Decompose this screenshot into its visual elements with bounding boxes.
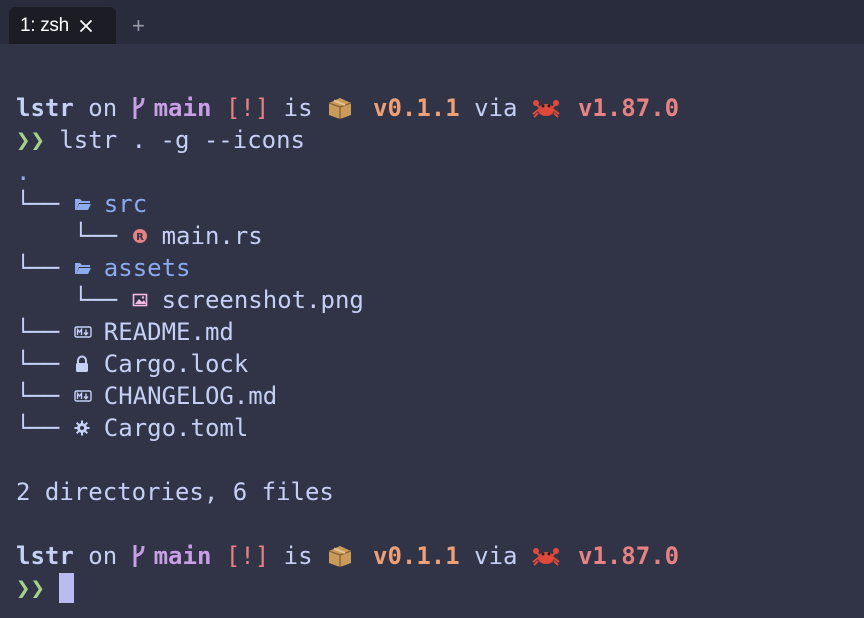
tree-item: └── README.md xyxy=(16,316,679,348)
prompt-status: [!] xyxy=(225,94,270,122)
prompt-chevrons: ❯❯ xyxy=(16,574,45,602)
tab-title: 1: zsh xyxy=(20,14,69,36)
input-line[interactable]: ❯❯ xyxy=(16,572,679,604)
prompt-dir: lstr xyxy=(16,94,74,122)
prompt-rust-version: v1.87.0 xyxy=(577,94,680,122)
folder-icon xyxy=(74,260,104,276)
prompt-is: is xyxy=(269,94,327,122)
prompt-rust-version: v1.87.0 xyxy=(577,542,680,570)
prompt-on: on xyxy=(73,94,132,122)
tree-item: └── screenshot.png xyxy=(16,284,679,316)
tree-item-name: CHANGELOG.md xyxy=(103,382,278,410)
svg-text:R: R xyxy=(136,232,144,243)
markdown-file-icon xyxy=(74,325,104,339)
prompt-branch: main xyxy=(153,542,212,570)
tree-item-name: README.md xyxy=(103,318,234,346)
prompt-status: [!] xyxy=(225,542,270,570)
tree-branch: └── xyxy=(16,222,132,250)
prompt-is: is xyxy=(269,542,327,570)
crab-icon xyxy=(532,96,562,120)
tree-branch: └── xyxy=(16,318,74,346)
close-icon[interactable] xyxy=(79,19,93,33)
new-tab-button[interactable]: + xyxy=(132,7,145,44)
prompt-on: on xyxy=(73,542,132,570)
prompt-dir: lstr xyxy=(16,542,74,570)
tab-bar: 1: zsh + xyxy=(0,0,864,44)
tree-item: └── Cargo.toml xyxy=(16,412,679,444)
prompt-pkg-version: v0.1.1 xyxy=(373,542,460,570)
tree-item-name: assets xyxy=(103,254,191,282)
tree-root: . xyxy=(16,156,679,188)
prompt-branch: main xyxy=(153,94,212,122)
prompt-chevrons: ❯❯ xyxy=(16,126,45,154)
markdown-file-icon xyxy=(74,389,104,403)
tree-branch: └── xyxy=(16,254,74,282)
tree-item-name: Cargo.toml xyxy=(103,414,249,442)
image-file-icon xyxy=(132,292,162,308)
tree-item-name: main.rs xyxy=(161,222,263,250)
tree-item: └── assets xyxy=(16,252,679,284)
folder-icon xyxy=(74,196,104,212)
tree-item-name: screenshot.png xyxy=(161,286,364,314)
prompt-via: via xyxy=(459,94,532,122)
package-icon xyxy=(327,544,357,568)
tree-branch: └── xyxy=(16,350,74,378)
prompt-pkg-version: v0.1.1 xyxy=(373,94,460,122)
rust-file-icon: R xyxy=(132,228,162,244)
text-cursor[interactable] xyxy=(59,573,75,603)
prompt-line: lstr on main [!] is v0.1.1 via v1.87.0 xyxy=(16,540,679,572)
tree-summary: 2 directories, 6 files xyxy=(16,476,679,508)
command-line: ❯❯ lstr . -g --icons xyxy=(16,124,679,156)
prompt-via: via xyxy=(459,542,532,570)
command-text: lstr . -g --icons xyxy=(59,126,305,154)
git-branch-icon xyxy=(132,95,148,121)
git-branch-icon xyxy=(132,543,148,569)
tree-branch: └── xyxy=(16,414,74,442)
prompt-line: lstr on main [!] is v0.1.1 via v1.87.0 xyxy=(16,92,679,124)
tree-item: └── src xyxy=(16,188,679,220)
terminal-output: lstr on main [!] is v0.1.1 via v1.87.0 ❯… xyxy=(16,92,679,604)
crab-icon xyxy=(532,544,562,568)
tree-branch: └── xyxy=(16,286,132,314)
tab-zsh[interactable]: 1: zsh xyxy=(9,7,116,44)
tree-item: └── CHANGELOG.md xyxy=(16,380,679,412)
gear-file-icon xyxy=(74,420,104,436)
tree-item: └── Cargo.lock xyxy=(16,348,679,380)
tree-branch: └── xyxy=(16,382,74,410)
lock-file-icon xyxy=(74,355,104,373)
tree-item: └── Rmain.rs xyxy=(16,220,679,252)
summary-text: 2 directories, 6 files xyxy=(16,478,334,506)
package-icon xyxy=(327,96,357,120)
tree-branch: └── xyxy=(16,190,74,218)
tree-root-label: . xyxy=(16,158,31,186)
tree-item-name: src xyxy=(103,190,148,218)
tree-item-name: Cargo.lock xyxy=(103,350,249,378)
